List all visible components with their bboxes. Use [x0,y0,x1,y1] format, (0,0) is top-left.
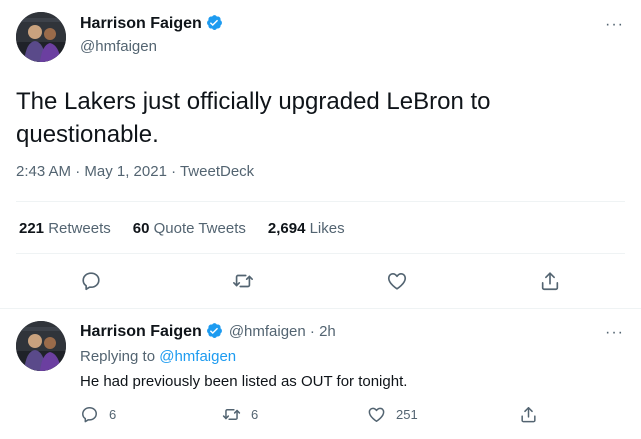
share-button[interactable] [519,405,538,424]
like-button[interactable] [386,270,408,292]
verified-badge-icon [206,322,223,341]
retweet-button[interactable]: 6 [222,405,258,424]
likes-stat[interactable]: 2,694 Likes [268,220,345,237]
share-icon [519,405,538,424]
reply-button[interactable]: 6 [80,405,116,424]
author-handle[interactable]: @hmfaigen [80,38,223,55]
more-options-icon[interactable]: ··· [605,325,624,341]
tweet-timestamp[interactable]: 2:43 AM · May 1, 2021 · TweetDeck [16,163,254,180]
heart-icon [367,405,386,424]
share-button[interactable] [539,270,561,292]
like-button[interactable]: 251 [367,405,418,424]
retweet-icon [232,270,254,292]
retweets-stat[interactable]: 221 Retweets [19,220,111,237]
divider [0,308,641,309]
author-header: Harrison Faigen @hmfaigen [80,14,223,55]
divider [16,201,625,202]
avatar[interactable] [16,321,66,371]
like-count: 251 [396,407,418,422]
retweet-button[interactable] [232,270,254,292]
reply-icon [80,270,102,292]
retweet-icon [222,405,241,424]
divider [16,253,625,254]
replying-to: Replying to @hmfaigen [80,348,236,365]
reply-count: 6 [109,407,117,422]
quotes-count: 60 [132,220,150,237]
tweet-text: The Lakers just officially upgraded LeBr… [16,88,491,148]
reply-author-name[interactable]: Harrison Faigen [80,323,202,341]
retweet-count: 6 [251,407,259,422]
avatar[interactable] [16,12,66,62]
likes-count: 2,694 [267,220,306,237]
reply-author-header: Harrison Faigen @hmfaigen · 2h [80,322,336,341]
verified-badge-icon [206,14,223,33]
likes-label: Likes [309,220,345,237]
quotes-label: Quote Tweets [153,220,246,237]
replying-to-label: Replying to [80,348,156,365]
quote-tweets-stat[interactable]: 60 Quote Tweets [133,220,246,237]
more-options-icon[interactable]: ··· [605,17,624,33]
share-icon [539,270,561,292]
author-name[interactable]: Harrison Faigen [80,15,202,33]
retweets-label: Retweets [48,220,111,237]
reply-handle-time[interactable]: @hmfaigen · 2h [229,323,336,340]
heart-icon [386,270,408,292]
tweet-stats: 221 Retweets 60 Quote Tweets 2,694 Likes [19,220,345,237]
replying-to-handle-link[interactable]: @hmfaigen [159,348,236,365]
reply-icon [80,405,99,424]
reply-button[interactable] [80,270,102,292]
reply-text: He had previously been listed as OUT for… [80,373,408,390]
retweets-count: 221 [19,220,45,237]
